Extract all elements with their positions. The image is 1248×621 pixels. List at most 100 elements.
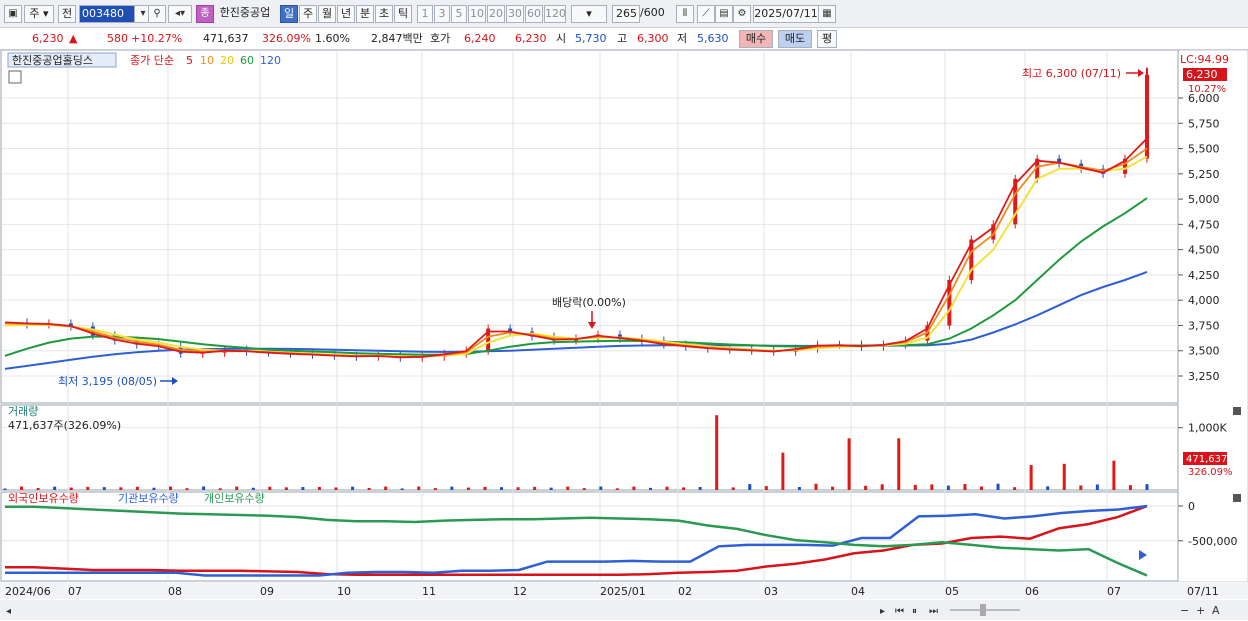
volume-pane-close-icon[interactable] [1233,407,1241,415]
forward-icon[interactable]: ⏭ [929,606,938,617]
open-price: 5,730 [575,32,607,45]
period-tab-0[interactable]: 일 [280,5,298,23]
volume-bar [615,488,619,490]
high-annotation: 최고 6,300 (07/11) [1022,67,1121,80]
volume-bar [135,486,139,490]
interval-button-20[interactable]: 20 [487,5,505,23]
high-price: 6,300 [637,32,669,45]
stock-chart[interactable]: 한진중공업홀딩스 종가 단순 5 10 20 60 120 6,0005,750… [0,50,1248,621]
stock-code-input[interactable]: 003480 [79,5,135,23]
period-tab-3[interactable]: 년 [337,5,355,23]
line-tool-icon[interactable]: ⟋ [697,5,715,23]
eval-button[interactable]: 평 [817,30,837,48]
count-max: /600 [640,6,665,19]
interval-button-120[interactable]: 120 [544,5,566,23]
volume-bar [466,487,470,490]
search-icon[interactable]: ⚲ [148,5,166,23]
period-tab-1[interactable]: 주 [299,5,317,23]
scroll-right-icon[interactable]: ▸ [880,606,885,617]
volume-bar [979,486,983,490]
interval-button-3[interactable]: 3 [434,5,450,23]
interval-button-10[interactable]: 10 [468,5,486,23]
pause-icon[interactable]: ⏸ [912,606,917,617]
volume-bar [781,452,785,490]
price-y-tick-label: 4,500 [1188,244,1220,257]
volume-bar [847,438,851,490]
legend-ma20: 20 [220,54,234,67]
volume-bar [36,487,40,490]
volume-bar [1046,486,1050,490]
grid-toggle-icon[interactable] [8,70,22,84]
volume-bar [880,484,884,490]
rewind-icon[interactable]: ⏮ [895,606,904,617]
interval-button-60[interactable]: 60 [525,5,543,23]
volume-y-tick-label: 1,000K [1188,422,1227,435]
period-tab-5[interactable]: 초 [375,5,393,23]
zoom-in-icon[interactable]: + [1196,604,1205,617]
volume-ratio: 326.09% [262,32,311,45]
volume-bar [400,488,404,490]
x-tick-label: 07 [1107,585,1121,598]
x-tick-label: 04 [851,585,865,598]
x-tick-label: 2024/06 [5,585,51,598]
volume-bar [268,486,272,490]
volume-bar [1062,463,1066,490]
low-label: 저 [677,32,688,45]
zoom-out-icon[interactable]: − [1180,604,1189,617]
volume-bar [86,486,90,490]
last-price-label: 6,230 [1186,68,1218,81]
holdings-pane-close-icon[interactable] [1233,494,1241,502]
period-tab-6[interactable]: 틱 [394,5,412,23]
price-y-tick-label: 5,500 [1188,143,1220,156]
interval-button-5[interactable]: 5 [451,5,467,23]
speaker-icon[interactable]: ◂▾ [168,5,192,23]
chart-type-select[interactable]: 주 ▾ [24,5,54,23]
buy-button[interactable]: 매수 [739,30,773,48]
last-volume-label: 471,637 [1186,454,1227,465]
interval-button-30[interactable]: 30 [506,5,524,23]
date-input[interactable]: 2025/07/11 [753,5,819,23]
holdings-legend-institution: 기관보유수량 [118,492,179,505]
custom-interval-select[interactable]: ▾ [571,5,607,23]
volume-bar [500,487,504,490]
range-button[interactable]: 전 [58,5,76,23]
quote-bar: 6,230 ▲ 580 +10.27% 471,637 326.09% 1.60… [0,28,1248,50]
volume-bar [417,486,421,490]
font-size-icon[interactable]: A [1212,604,1220,617]
zoom-slider-thumb[interactable] [980,604,986,616]
count-input[interactable]: 265 [612,5,640,23]
period-tab-2[interactable]: 월 [318,5,336,23]
low-price: 5,630 [697,32,729,45]
candle-icon[interactable]: ⫴ [676,5,694,23]
volume-bar [20,486,24,490]
period-tab-4[interactable]: 분 [356,5,374,23]
holdings-y-tick-label: -500,000 [1188,535,1237,548]
last-volume-ratio: 326.09% [1188,467,1233,478]
volume-bar [450,486,454,490]
high-label: 고 [617,32,628,45]
sell-button[interactable]: 매도 [778,30,812,48]
volume-subtitle: 471,637주(326.09%) [8,419,121,432]
volume-bar [682,487,686,490]
volume-bar [748,484,752,490]
volume-bar [218,488,222,490]
scroll-left-icon[interactable]: ◂ [6,606,11,617]
price-y-tick-label: 5,000 [1188,193,1220,206]
volume-bar [864,485,868,490]
volume-bar [1013,487,1017,490]
window-icon[interactable]: ▣ [4,5,22,23]
volume-bar [53,486,57,490]
volume-bar [897,438,901,490]
volume-title: 거래량 [8,405,38,418]
save-icon[interactable]: ▤ [715,5,733,23]
ask-label: 호가 [430,32,451,45]
legend-ma10: 10 [200,54,214,67]
price-y-tick-label: 3,500 [1188,345,1220,358]
scroll-bar: ◂ ▸ ⏮ ⏸ ⏭ − + A [0,600,1248,620]
interval-button-1[interactable]: 1 [417,5,433,23]
price-y-tick-label: 5,250 [1188,168,1220,181]
gear-icon[interactable]: ⚙ [733,5,751,23]
calendar-icon[interactable]: ▦ [818,5,836,23]
volume-bar [102,487,106,490]
volume-bar [1079,485,1083,490]
